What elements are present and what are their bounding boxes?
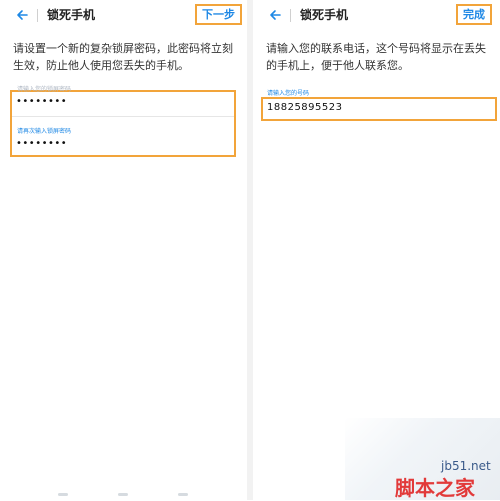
password-fields-group: 请输入您的锁屏密码 •••••••• 请再次输入锁屏密码 ••••••••	[10, 86, 236, 157]
back-arrow-icon	[270, 10, 281, 20]
bottom-indicator	[0, 486, 247, 500]
lock-password-panel: 锁死手机 下一步 请设置一个新的复杂锁屏密码，此密码将立刻生效，防止他人使用您丢…	[0, 0, 247, 500]
header: 锁死手机 下一步	[0, 0, 247, 30]
password-input[interactable]: ••••••••	[12, 92, 234, 114]
instruction-text: 请输入您的联系电话，这个号码将显示在丢失的手机上，便于他人联系您。	[266, 42, 486, 72]
done-button[interactable]: 完成	[456, 4, 492, 25]
indicator-dot	[118, 493, 128, 496]
indicator-dot	[58, 493, 68, 496]
header-divider	[37, 9, 38, 22]
watermark-name: 脚本之家	[395, 476, 475, 500]
instruction-text: 请设置一个新的复杂锁屏密码，此密码将立刻生效，防止他人使用您丢失的手机。	[13, 42, 233, 72]
header-divider	[290, 9, 291, 22]
indicator-dot	[178, 493, 188, 496]
back-arrow-icon	[17, 10, 28, 20]
field-divider	[12, 116, 234, 117]
phone-label: 请输入您的号码	[267, 90, 310, 97]
watermark-site: jb51.net	[441, 459, 491, 473]
page-title: 锁死手机	[47, 8, 96, 22]
phone-input[interactable]: 18825895523	[261, 97, 497, 121]
confirm-password-value: ••••••••	[16, 138, 68, 149]
header: 锁死手机 完成	[253, 0, 500, 30]
confirm-password-input[interactable]: ••••••••	[12, 134, 234, 154]
back-button[interactable]	[12, 5, 32, 25]
password-value: ••••••••	[16, 96, 68, 107]
watermark: jb51.net 脚本之家	[345, 418, 500, 500]
back-button[interactable]	[265, 5, 285, 25]
phone-value: 18825895523	[267, 102, 343, 113]
page-title: 锁死手机	[300, 8, 349, 22]
next-step-button[interactable]: 下一步	[195, 4, 242, 25]
